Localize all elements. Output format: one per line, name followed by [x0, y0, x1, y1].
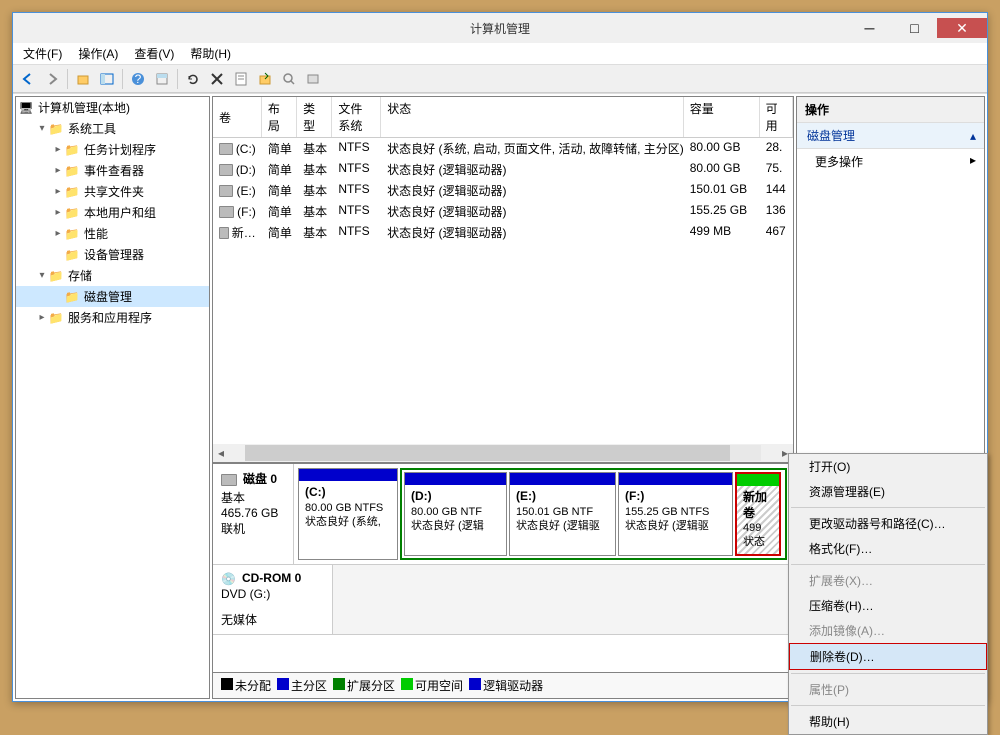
- window-title: 计算机管理: [470, 20, 530, 37]
- disk-map: 磁盘 0 基本 465.76 GB 联机 (C:)80.00 GB NTFS状态…: [213, 462, 793, 672]
- maximize-button[interactable]: □: [892, 18, 937, 38]
- computer-icon: 🖥: [18, 100, 34, 116]
- scroll-thumb[interactable]: [245, 445, 730, 461]
- tree-item-系统工具[interactable]: ▾📁系统工具: [16, 118, 209, 139]
- ctx-资源管理器(E)[interactable]: 资源管理器(E): [789, 479, 987, 504]
- volume-icon: [219, 143, 233, 155]
- volume-header[interactable]: 卷 布局 类型 文件系统 状态 容量 可用: [213, 97, 793, 138]
- back-button[interactable]: [17, 68, 39, 90]
- search-icon[interactable]: [278, 68, 300, 90]
- menu-view[interactable]: 查看(V): [130, 43, 178, 64]
- refresh-icon[interactable]: [182, 68, 204, 90]
- partition-(F:)[interactable]: (F:)155.25 GB NTFS状态良好 (逻辑驱: [618, 472, 733, 556]
- menubar: 文件(F) 操作(A) 查看(V) 帮助(H): [13, 43, 987, 65]
- actions-diskmgmt[interactable]: 磁盘管理▴: [797, 123, 984, 149]
- tree-item-存储[interactable]: ▾📁存储: [16, 265, 209, 286]
- tree-root[interactable]: 🖥 计算机管理(本地): [16, 97, 209, 118]
- ctx-帮助(H)[interactable]: 帮助(H): [789, 709, 987, 734]
- legend: 未分配主分区扩展分区可用空间逻辑驱动器: [213, 672, 793, 698]
- tree-item-任务计划程序[interactable]: ▸📁任务计划程序: [16, 139, 209, 160]
- view-top-button[interactable]: [151, 68, 173, 90]
- tree-item-磁盘管理[interactable]: 📁磁盘管理: [16, 286, 209, 307]
- h-scrollbar[interactable]: ◂ ▸: [213, 444, 793, 462]
- help-icon[interactable]: ?: [127, 68, 149, 90]
- partition-(E:)[interactable]: (E:)150.01 GB NTF状态良好 (逻辑驱: [509, 472, 616, 556]
- up-button[interactable]: [72, 68, 94, 90]
- close-button[interactable]: ✕: [937, 18, 987, 38]
- volume-row[interactable]: (C:)简单基本NTFS状态良好 (系统, 启动, 页面文件, 活动, 故障转储…: [213, 138, 793, 159]
- disk-icon: [221, 474, 237, 486]
- menu-help[interactable]: 帮助(H): [186, 43, 235, 64]
- volume-icon: [219, 185, 233, 197]
- tree-item-服务和应用程序[interactable]: ▸📁服务和应用程序: [16, 307, 209, 328]
- volume-list: 卷 布局 类型 文件系统 状态 容量 可用 (C:)简单基本NTFS状态良好 (…: [213, 97, 793, 462]
- titlebar[interactable]: 计算机管理 ─ □ ✕: [13, 13, 987, 43]
- nav-tree[interactable]: 🖥 计算机管理(本地) ▾📁系统工具▸📁任务计划程序▸📁事件查看器▸📁共享文件夹…: [15, 96, 210, 699]
- ctx-格式化(F)…[interactable]: 格式化(F)…: [789, 536, 987, 561]
- show-hide-tree-button[interactable]: [96, 68, 118, 90]
- tree-item-共享文件夹[interactable]: ▸📁共享文件夹: [16, 181, 209, 202]
- volume-row[interactable]: (E:)简单基本NTFS状态良好 (逻辑驱动器)150.01 GB144: [213, 180, 793, 201]
- delete-icon[interactable]: [206, 68, 228, 90]
- ctx-扩展卷(X)…: 扩展卷(X)…: [789, 568, 987, 593]
- tree-item-性能[interactable]: ▸📁性能: [16, 223, 209, 244]
- volume-icon: [219, 164, 233, 176]
- expand-icon: ▸: [970, 153, 976, 167]
- ctx-添加镜像(A)…: 添加镜像(A)…: [789, 618, 987, 643]
- context-menu[interactable]: 打开(O)资源管理器(E) 更改驱动器号和路径(C)…格式化(F)… 扩展卷(X)……: [788, 453, 988, 735]
- ctx-压缩卷(H)…[interactable]: 压缩卷(H)…: [789, 593, 987, 618]
- svg-text:?: ?: [135, 72, 142, 86]
- actions-header: 操作: [797, 97, 984, 123]
- tree-item-本地用户和组[interactable]: ▸📁本地用户和组: [16, 202, 209, 223]
- explore-icon[interactable]: [254, 68, 276, 90]
- settings-icon[interactable]: [302, 68, 324, 90]
- volume-row[interactable]: (D:)简单基本NTFS状态良好 (逻辑驱动器)80.00 GB75.: [213, 159, 793, 180]
- collapse-icon: ▴: [970, 129, 976, 143]
- partition-(C:)[interactable]: (C:)80.00 GB NTFS状态良好 (系统,: [298, 468, 398, 560]
- volume-icon: [219, 227, 229, 239]
- ctx-更改驱动器号和路径(C)…[interactable]: 更改驱动器号和路径(C)…: [789, 511, 987, 536]
- toolbar: ?: [13, 65, 987, 93]
- ctx-属性(P): 属性(P): [789, 677, 987, 702]
- extended-partition: (D:)80.00 GB NTF状态良好 (逻辑(E:)150.01 GB NT…: [400, 468, 787, 560]
- cd-icon: 💿: [221, 572, 236, 586]
- partition-新加卷[interactable]: 新加卷499状态: [735, 472, 781, 556]
- volume-row[interactable]: (F:)简单基本NTFS状态良好 (逻辑驱动器)155.25 GB136: [213, 201, 793, 222]
- actions-more[interactable]: 更多操作▸: [797, 149, 984, 174]
- volume-row[interactable]: 新…简单基本NTFS状态良好 (逻辑驱动器)499 MB467: [213, 222, 793, 243]
- properties-icon[interactable]: [230, 68, 252, 90]
- tree-item-事件查看器[interactable]: ▸📁事件查看器: [16, 160, 209, 181]
- tree-item-设备管理器[interactable]: 📁设备管理器: [16, 244, 209, 265]
- partition-(D:)[interactable]: (D:)80.00 GB NTF状态良好 (逻辑: [404, 472, 507, 556]
- minimize-button[interactable]: ─: [847, 18, 892, 38]
- cdrom-row[interactable]: 💿CD-ROM 0 DVD (G:) 无媒体: [213, 565, 793, 635]
- menu-file[interactable]: 文件(F): [19, 43, 66, 64]
- ctx-删除卷(D)…[interactable]: 删除卷(D)…: [789, 643, 987, 670]
- ctx-打开(O)[interactable]: 打开(O): [789, 454, 987, 479]
- menu-action[interactable]: 操作(A): [74, 43, 122, 64]
- forward-button[interactable]: [41, 68, 63, 90]
- volume-icon: [219, 206, 234, 218]
- disk-row-0[interactable]: 磁盘 0 基本 465.76 GB 联机 (C:)80.00 GB NTFS状态…: [213, 464, 793, 565]
